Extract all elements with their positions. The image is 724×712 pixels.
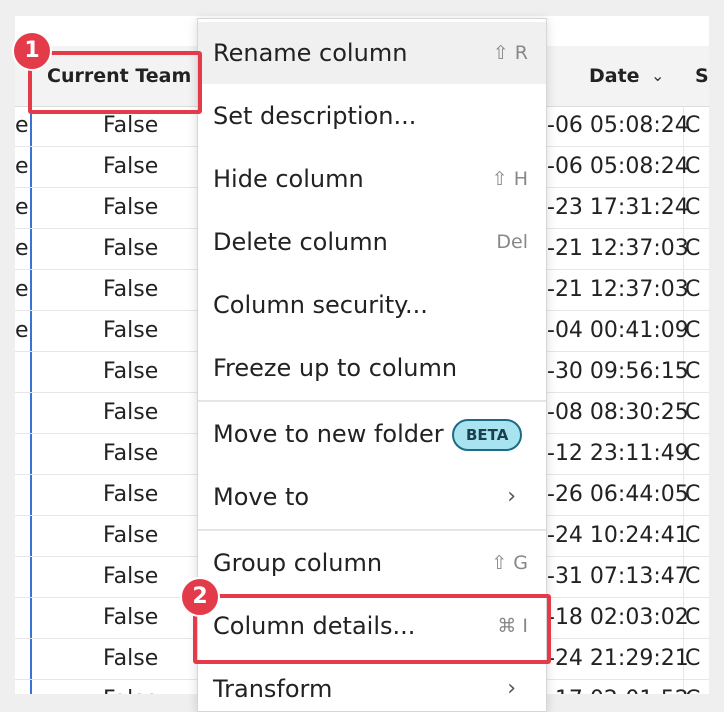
menu-item-rename-column[interactable]: Rename column ⇧ R [198,22,546,84]
menu-item-transform[interactable]: Transform › [198,658,546,711]
cell-date: -17 02:01:52 [547,680,689,694]
menu-item-label: Move to [213,483,310,511]
cell-current-team: False [103,154,159,179]
cell-left-partial: e [15,113,29,138]
cell-current-team: False [103,441,159,466]
cell-next-partial: C [685,195,701,220]
cell-current-team: False [103,277,159,302]
cell-date: -23 17:31:24 [547,195,689,220]
cell-date: -06 05:08:24 [547,113,689,138]
menu-item-move-to[interactable]: Move to › [198,466,546,528]
cell-current-team: False [103,400,159,425]
cell-date: -24 10:24:41 [547,523,689,548]
menu-item-hide-column[interactable]: Hide column ⇧ H [198,148,546,210]
callout-box-current-team [28,51,202,114]
chevron-down-icon[interactable]: ⌄ [651,46,664,106]
cell-next-partial: C [685,523,701,548]
menu-item-delete-column[interactable]: Delete column Del [198,211,546,273]
callout-badge-2: 2 [180,577,220,617]
menu-item-move-to-new-folder[interactable]: Move to new folder BETA [198,403,546,465]
menu-item-label: Hide column [213,165,364,193]
cell-current-team: False [103,605,159,630]
cell-next-partial: C [685,482,701,507]
callout-badge-1: 1 [12,31,52,71]
cell-left-partial: e [15,236,29,261]
cell-date: -26 06:44:05 [547,482,689,507]
menu-item-label: Freeze up to column [213,354,458,382]
chevron-right-icon: › [507,676,516,701]
cell-date: -21 12:37:03 [547,277,689,302]
menu-separator [198,400,546,402]
callout-box-column-details [193,594,551,664]
cell-date: -24 21:29:21 [547,646,689,671]
cell-current-team: False [103,195,159,220]
cell-next-partial: C [685,646,701,671]
cell-date: -06 05:08:24 [547,154,689,179]
cell-current-team: False [103,236,159,261]
cell-next-partial: C [685,359,701,384]
menu-item-shortcut: ⇧ G [491,552,528,574]
chevron-right-icon: › [507,484,516,509]
beta-badge: BETA [452,419,523,451]
header-date[interactable]: Date [589,46,640,106]
menu-item-shortcut: Del [496,231,528,253]
menu-item-shortcut: ⇧ H [491,168,528,190]
cell-next-partial: C [685,441,701,466]
menu-item-label: Move to new folder [213,420,444,448]
cell-current-team: False [103,359,159,384]
cell-current-team: False [103,523,159,548]
menu-item-label: Group column [213,549,383,577]
menu-item-shortcut: ⇧ R [492,42,528,64]
cell-next-partial: C [685,605,701,630]
cell-current-team: False [103,318,159,343]
header-next-column[interactable]: S [695,46,709,106]
menu-item-label: Delete column [213,228,388,256]
cell-current-team: False [103,646,159,671]
cell-left-partial: e [15,154,29,179]
cell-current-team: False [103,482,159,507]
cell-next-partial: C [685,113,701,138]
cell-left-partial: e [15,277,29,302]
cell-date: -12 23:11:49 [547,441,689,466]
cell-date: -30 09:56:15 [547,359,689,384]
menu-item-label: Column security... [213,291,428,319]
cell-next-partial: C [685,400,701,425]
cell-current-team: False [103,564,159,589]
menu-item-group-column[interactable]: Group column ⇧ G [198,532,546,594]
cell-next-partial: C [685,318,701,343]
menu-item-label: Transform [213,675,333,703]
menu-item-column-security[interactable]: Column security... [198,274,546,336]
menu-separator [198,529,546,531]
menu-item-label: Rename column [213,39,408,67]
cell-date: -04 00:41:09 [547,318,689,343]
cell-date: -18 02:03:02 [547,605,689,630]
cell-next-partial: C [685,564,701,589]
cell-current-team: False [103,680,158,694]
menu-item-set-description[interactable]: Set description... [198,85,546,147]
cell-next-partial: C [685,154,701,179]
cell-left-partial: e [15,318,29,343]
cell-next-partial: C [685,680,700,694]
cell-date: -08 08:30:25 [547,400,689,425]
cell-left-partial: e [15,195,29,220]
menu-item-freeze-up-to-column[interactable]: Freeze up to column [198,337,546,399]
cell-next-partial: C [685,277,701,302]
cell-date: -21 12:37:03 [547,236,689,261]
cell-next-partial: C [685,236,701,261]
cell-date: -31 07:13:47 [547,564,689,589]
menu-item-label: Set description... [213,102,417,130]
